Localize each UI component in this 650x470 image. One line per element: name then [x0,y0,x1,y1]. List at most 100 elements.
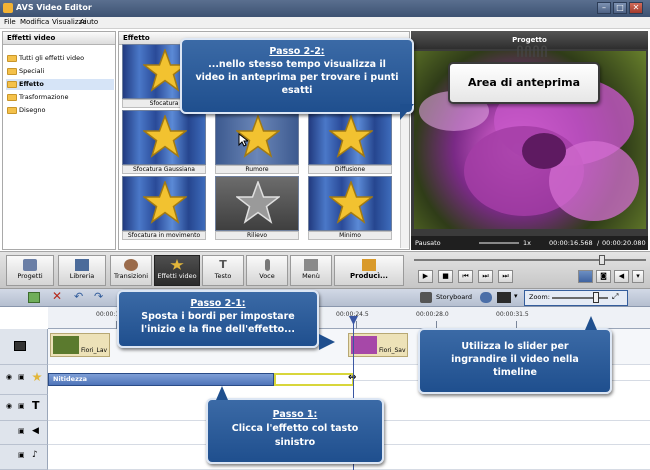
zoom-slider-handle[interactable] [593,292,599,303]
transitions-button[interactable]: Transizioni [110,255,152,286]
close-button[interactable]: ✕ [629,2,643,14]
text-button[interactable]: T Testo [202,255,244,286]
stop-button[interactable]: ■ [438,270,453,283]
previous-frame-button[interactable]: ⏮ [458,270,473,283]
text-track-header: ◉ ▣ T [0,395,48,421]
category-transformation[interactable]: Trasformazione [6,92,114,103]
projects-icon [23,259,37,271]
callout-step-1: Passo 1: Clicca l'effetto col tasto sini… [206,398,384,464]
menu-modifica[interactable]: Modifica [20,18,49,26]
window-title: AVS Video Editor [16,3,92,12]
add-icon[interactable] [28,292,40,303]
effect-thumbnail [215,110,299,165]
produce-icon [362,259,376,271]
playback-speed: 1x [523,239,531,247]
produce-button[interactable]: Producì... [334,255,404,286]
lock-icon[interactable]: ▣ [18,451,25,459]
effect-tile-label: Sfocatura Gaussiana [122,165,206,174]
play-button[interactable]: ▶ [418,270,433,283]
ruler-tick-label: 00:00:31.5 [496,311,529,318]
menu-bar: File Modifica Visualizza Aiuto [0,17,650,29]
effect-tile[interactable]: Diffusione [308,110,392,174]
effect-tile[interactable]: Sfocatura in movimento [122,176,206,240]
volume-icon[interactable]: ◀ [614,270,629,283]
time-current: 00:00:16.568 [549,239,593,247]
lock-icon[interactable]: ▣ [18,427,25,435]
audio-track-header: ▣ ◀ [0,421,48,445]
category-special[interactable]: Speciali [6,66,114,77]
star-icon [329,115,373,158]
library-button[interactable]: Libreria [58,255,106,286]
eye-icon[interactable]: ◉ [6,402,12,410]
video-clip-1[interactable]: Fiori_Lav [50,333,110,357]
effect-tile[interactable]: Rilievo [215,176,299,240]
lock-icon[interactable]: ▣ [18,402,25,410]
folder-icon [7,55,17,62]
effect-thumbnail [215,176,299,231]
star-icon [143,115,187,158]
effect-tile[interactable]: Rumore [215,110,299,174]
storyboard-toggle[interactable]: Storyboard [436,293,472,301]
clip-thumbnail [351,336,377,354]
menu-file[interactable]: File [4,18,16,26]
effect-tile[interactable]: Sfocatura Gaussiana [122,110,206,174]
video-effects-button[interactable]: Effetti video [154,255,200,286]
time-total: 00:00:20.080 [602,239,646,247]
category-effect[interactable]: Effetto [6,79,114,90]
callout-step-2-1: Passo 2-1: Sposta i bordi per impostare … [117,290,319,348]
redo-icon[interactable]: ↷ [94,290,103,303]
delete-icon[interactable]: ✕ [52,289,62,303]
fit-icon[interactable]: ⤢ [612,292,618,302]
ruler-tick-label: 00:00:28.0 [416,311,449,318]
ruler-tick [356,321,357,329]
settings-icon[interactable]: ▾ [632,270,644,283]
undo-icon[interactable]: ↶ [74,290,83,303]
clip-thumbnail [53,336,79,354]
speed-slider[interactable] [479,242,519,244]
next-frame-button[interactable]: ⏭ [478,270,493,283]
snapshot-icon[interactable]: ◙ [596,270,611,283]
transitions-icon [124,259,138,271]
video-clip-2[interactable]: Fiori_Sav [348,333,408,357]
storyboard-icon[interactable] [420,292,432,303]
menu-button[interactable]: Menù [290,255,332,286]
voice-record-icon[interactable] [480,292,492,303]
skip-end-button[interactable]: ⏭ [498,270,513,283]
effect-tile-label: Minimo [308,231,392,240]
preview-position-slider[interactable] [414,255,646,265]
zoom-slider[interactable] [552,297,608,299]
video-track-header [0,329,48,365]
effect-tile[interactable]: Minimo [308,176,392,240]
main-toolbar: Progetti Libreria Transizioni Effetti vi… [0,251,650,289]
speaker-icon: ◀ [32,426,39,436]
film-icon [14,341,26,351]
effect-track-icon [32,372,42,382]
chevron-down-icon[interactable]: ▾ [514,292,518,300]
eye-icon[interactable]: ◉ [6,373,12,381]
text-icon: T [219,258,227,271]
callout-tail [319,334,335,350]
timeline-toolbar: ✕ ↶ ↷ Storyboard ▾ Zoom: ⤢ [0,289,650,307]
callout-tail [585,316,597,330]
effect-thumbnail [308,176,392,231]
category-all-effects[interactable]: Tutti gli effetti video [6,53,114,64]
text-track-icon: T [32,399,40,412]
effect-tile-label: Rilievo [215,231,299,240]
star-icon [143,181,187,224]
callout-step-2-2: Passo 2-2: ...nello stesso tempo visuali… [180,38,414,120]
fullscreen-button[interactable] [578,270,593,283]
maximize-button[interactable]: □ [613,2,627,14]
folder-icon [7,68,17,75]
projects-button[interactable]: Progetti [6,255,54,286]
minimize-button[interactable]: – [597,2,611,14]
zoom-label: Zoom: [529,293,550,301]
notepad-rings-icon [512,45,552,59]
lock-icon[interactable]: ▣ [18,373,25,381]
menu-aiuto[interactable]: Aiuto [80,18,98,26]
monitor-icon[interactable] [497,292,511,303]
effect-tile-label: Diffusione [308,165,392,174]
library-icon [75,259,89,271]
category-drawing[interactable]: Disegno [6,105,114,116]
folder-icon [7,107,17,114]
voice-button[interactable]: Voce [246,255,288,286]
